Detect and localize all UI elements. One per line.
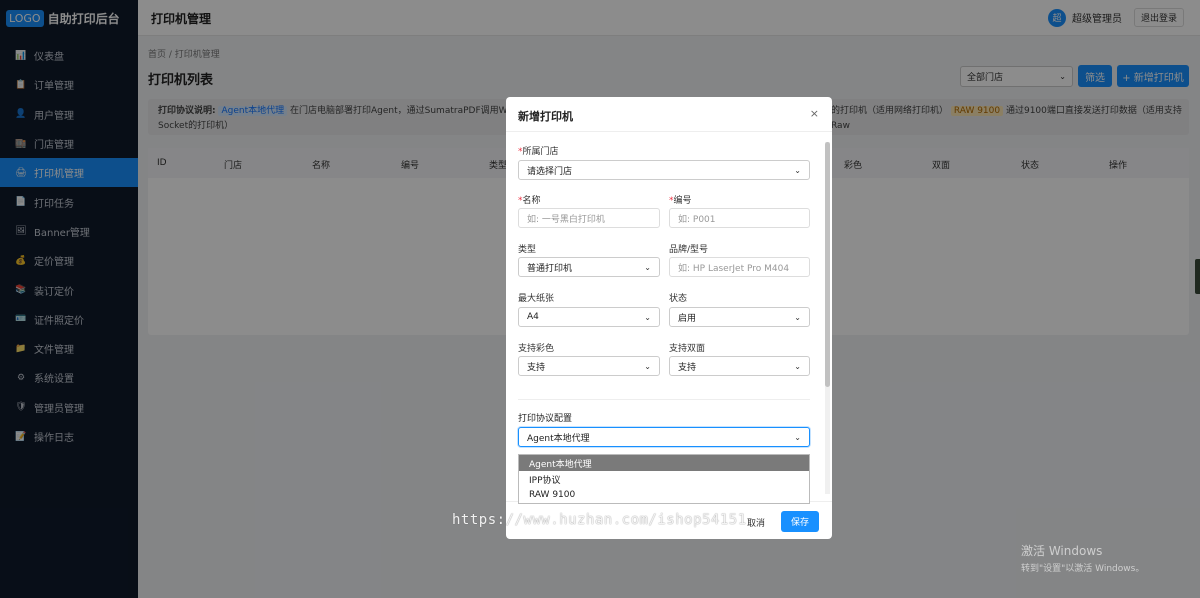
- close-icon[interactable]: ×: [810, 107, 819, 120]
- chevron-down-icon: ⌄: [794, 361, 801, 371]
- chevron-down-icon: ⌄: [794, 432, 801, 442]
- modal-body: *所属门店 请选择门店 ⌄ *名称 如: 一号黑白打印机 *编号 如: P001…: [506, 132, 832, 501]
- protocol-select[interactable]: Agent本地代理 ⌄: [518, 427, 810, 447]
- divider: [518, 399, 810, 400]
- paper-label: 最大纸张: [518, 294, 555, 304]
- paper-select-value: A4: [527, 312, 539, 322]
- windows-activation-subtitle: 转到"设置"以激活 Windows。: [1021, 564, 1145, 574]
- name-label: *名称: [518, 196, 541, 206]
- status-select-value: 启用: [678, 313, 697, 324]
- model-label: 品牌/型号: [669, 245, 709, 255]
- add-printer-modal: 新增打印机 × *所属门店 请选择门店 ⌄ *名称 如: 一号黑白打印机 *编号…: [506, 97, 832, 539]
- code-input[interactable]: 如: P001: [669, 208, 810, 228]
- type-label: 类型: [518, 245, 537, 255]
- chevron-down-icon: ⌄: [644, 262, 651, 272]
- color-label: 支持彩色: [518, 344, 555, 354]
- chevron-down-icon: ⌄: [794, 165, 801, 175]
- save-button[interactable]: 保存: [781, 511, 819, 532]
- chevron-down-icon: ⌄: [794, 312, 801, 322]
- duplex-label: 支持双面: [669, 344, 706, 354]
- windows-activation-title: 激活 Windows: [1021, 544, 1103, 558]
- type-select-value: 普通打印机: [527, 263, 573, 274]
- protocol-section-title: 打印协议配置: [518, 414, 573, 424]
- duplex-select-value: 支持: [678, 362, 697, 373]
- status-label: 状态: [669, 294, 688, 304]
- dropdown-option[interactable]: RAW 9100: [519, 487, 809, 503]
- windows-activation-notice: 激活 Windows 转到"设置"以激活 Windows。: [1021, 542, 1144, 574]
- scroll-thumb[interactable]: [825, 142, 830, 387]
- modal-scrollbar[interactable]: [825, 142, 830, 494]
- store-select[interactable]: 请选择门店 ⌄: [518, 160, 810, 180]
- protocol-select-value: Agent本地代理: [527, 433, 590, 444]
- dropdown-option[interactable]: Agent本地代理: [519, 455, 809, 471]
- status-select[interactable]: 启用 ⌄: [669, 307, 810, 327]
- chevron-down-icon: ⌄: [644, 361, 651, 371]
- dropdown-option[interactable]: IPP协议: [519, 471, 809, 487]
- modal-header: 新增打印机 ×: [506, 97, 832, 132]
- color-select-value: 支持: [527, 362, 546, 373]
- color-select[interactable]: 支持 ⌄: [518, 356, 660, 376]
- chevron-down-icon: ⌄: [644, 312, 651, 322]
- name-input[interactable]: 如: 一号黑白打印机: [518, 208, 660, 228]
- code-label: *编号: [669, 196, 692, 206]
- protocol-dropdown: Agent本地代理 IPP协议 RAW 9100: [518, 454, 810, 504]
- duplex-select[interactable]: 支持 ⌄: [669, 356, 810, 376]
- type-select[interactable]: 普通打印机 ⌄: [518, 257, 660, 277]
- watermark-text: https://www.huzhan.com/ishop54151: [452, 512, 747, 528]
- modal-title: 新增打印机: [518, 110, 573, 123]
- model-input[interactable]: 如: HP LaserJet Pro M404: [669, 257, 810, 277]
- store-select-value: 请选择门店: [527, 166, 573, 177]
- paper-select[interactable]: A4 ⌄: [518, 307, 660, 327]
- store-label: *所属门店: [518, 147, 559, 157]
